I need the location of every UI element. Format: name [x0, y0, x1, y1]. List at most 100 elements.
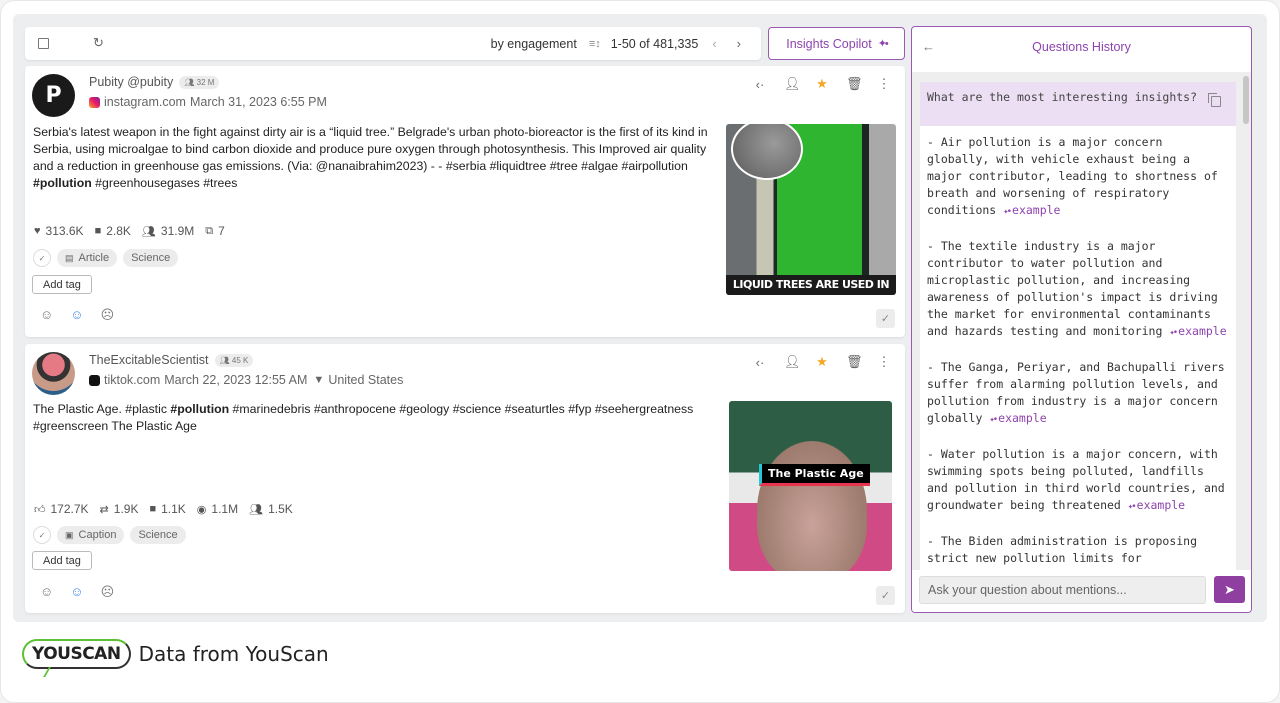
refresh-icon[interactable]: ↻: [93, 35, 104, 51]
youscan-logo: YOUSCAN: [22, 639, 131, 669]
question-bubble: What are the most interesting insights?: [920, 82, 1236, 126]
post-thumbnail[interactable]: The Plastic Age: [729, 401, 892, 571]
audience-icon: 👥︎: [141, 225, 156, 238]
back-arrow-icon[interactable]: ←: [922, 39, 935, 54]
question-input[interactable]: [919, 576, 1206, 604]
mention-card: P Pubity @pubity 👥︎ 32 M instagram.com M…: [25, 66, 905, 337]
share-icon[interactable]: ‹·: [753, 77, 767, 92]
metric-value: 1.9K: [113, 502, 139, 516]
mention-card: TheExcitableScientist 👥︎ 45 K tiktok.com…: [25, 344, 905, 613]
followers-badge: 👥︎ 45 K: [214, 353, 254, 367]
neutral-sentiment-icon[interactable]: ☺: [70, 307, 83, 323]
source-domain[interactable]: tiktok.com: [104, 373, 160, 387]
author-icon[interactable]: 👤︎: [784, 76, 801, 92]
author-line: TheExcitableScientist 👥︎ 45 K: [89, 353, 254, 367]
image-icon: ▣: [65, 529, 74, 540]
auto-tag-icon[interactable]: ✓: [33, 526, 51, 544]
example-link[interactable]: ✦• example: [1128, 498, 1185, 512]
tag-label: Article: [78, 252, 110, 264]
heart-icon: ♥: [34, 225, 41, 237]
sentiment-selector: ☺ ☺ ☹: [40, 584, 114, 600]
post-date: March 31, 2023 6:55 PM: [189, 95, 327, 109]
sentiment-selector: ☺ ☺ ☹: [40, 307, 114, 323]
post-text-part: Serbia's latest weapon in the fight agai…: [33, 125, 708, 173]
post-date: March 22, 2023 12:55 AM: [164, 373, 308, 387]
neutral-sentiment-icon[interactable]: ☺: [70, 584, 83, 600]
add-tag-button[interactable]: Add tag: [32, 275, 92, 294]
copy-icon[interactable]: [1208, 93, 1221, 107]
followers-badge: 👥︎ 32 M: [179, 75, 220, 89]
thumbs-up-icon: 👍︎: [34, 503, 46, 516]
select-all-checkbox[interactable]: [38, 38, 49, 49]
metric-comments: ■ 1.1K: [149, 502, 185, 516]
panel-title: Questions History: [1032, 40, 1131, 54]
send-button[interactable]: ➤: [1214, 576, 1245, 603]
metric-audience: 👥︎ 1.5K: [249, 502, 293, 516]
more-icon[interactable]: ⋮: [877, 76, 891, 92]
followers-count: 45 K: [231, 355, 249, 365]
scrollbar[interactable]: [1239, 72, 1251, 572]
insight-item: - Water pollution is a major concern, wi…: [927, 446, 1229, 516]
sort-label[interactable]: by engagement: [491, 37, 577, 51]
trash-icon[interactable]: 🗑︎: [846, 76, 863, 92]
author-name[interactable]: TheExcitableScientist: [89, 353, 209, 367]
chevron-right-icon[interactable]: ›: [731, 36, 747, 51]
negative-sentiment-icon[interactable]: ☹: [101, 584, 115, 600]
tag-science[interactable]: Science: [123, 249, 179, 267]
trash-icon[interactable]: 🗑︎: [846, 354, 863, 370]
star-icon[interactable]: ★: [815, 76, 829, 92]
positive-sentiment-icon[interactable]: ☺: [40, 307, 53, 323]
add-tag-button[interactable]: Add tag: [32, 551, 92, 570]
post-text-part: The Plastic Age. #plastic: [33, 402, 171, 416]
source-line: tiktok.com March 22, 2023 12:55 AM ▼ Uni…: [89, 373, 403, 387]
mark-processed-button[interactable]: ✓: [876, 309, 895, 328]
chevron-left-icon[interactable]: ‹: [706, 36, 722, 51]
positive-sentiment-icon[interactable]: ☺: [40, 584, 53, 600]
avatar[interactable]: P: [32, 74, 75, 117]
example-link[interactable]: ✦• example: [989, 411, 1046, 425]
insights-copilot-button[interactable]: Insights Copilot ✦•: [768, 27, 905, 60]
panel-header: ← Questions History: [912, 27, 1251, 67]
sparkle-icon: ✦•: [1127, 502, 1137, 512]
metric-views: ◉ 1.1M: [197, 502, 238, 516]
tag-caption[interactable]: ▣ Caption: [57, 526, 125, 544]
post-location: United States: [328, 373, 404, 387]
tag-science[interactable]: Science: [130, 526, 186, 544]
followers-count: 32 M: [196, 77, 215, 87]
avatar[interactable]: [32, 352, 75, 395]
negative-sentiment-icon[interactable]: ☹: [101, 307, 115, 323]
star-icon[interactable]: ★: [815, 354, 829, 370]
repost-icon: ⇄: [99, 503, 109, 516]
sort-order-icon[interactable]: ≡↕: [589, 38, 601, 50]
sparkle-icon: ✦•: [989, 415, 998, 425]
share-icon[interactable]: ‹·: [753, 355, 767, 370]
author-name[interactable]: Pubity @pubity: [89, 75, 173, 89]
mark-processed-button[interactable]: ✓: [876, 586, 895, 605]
insight-text: - The Ganga, Periyar, and Bachupalli riv…: [927, 360, 1225, 425]
article-icon: ▤: [65, 252, 74, 263]
example-link[interactable]: ✦• example: [1003, 203, 1060, 217]
question-composer: ➤: [912, 570, 1251, 612]
example-link[interactable]: ✦• example: [1169, 324, 1226, 338]
post-thumbnail[interactable]: LIQUID TREES ARE USED IN SERBIA: [726, 124, 896, 295]
mentions-toolbar: ↻ by engagement ≡↕ 1-50 of 481,335 ‹ ›: [25, 27, 761, 60]
auto-tag-icon[interactable]: ✓: [33, 249, 51, 267]
metric-audience: 👥︎ 31.9M: [142, 224, 194, 238]
logo-text: YOUSCAN: [32, 644, 121, 664]
conversation-area: What are the most interesting insights? …: [912, 72, 1251, 572]
author-icon[interactable]: 👤︎: [784, 354, 801, 370]
tag-article[interactable]: ▤ Article: [57, 249, 118, 267]
source-domain[interactable]: instagram.com: [104, 95, 186, 109]
post-text-part: #greenhousegases #trees: [91, 176, 238, 190]
tag-list: ✓ ▤ Article Science: [33, 249, 179, 267]
scrollbar-thumb[interactable]: [1243, 76, 1249, 124]
more-icon[interactable]: ⋮: [877, 354, 891, 370]
tiktok-icon: [89, 374, 100, 386]
metric-value: 1.1M: [211, 502, 239, 516]
metric-duplicates[interactable]: ⧉ 7: [205, 224, 225, 238]
send-icon: ➤: [1224, 581, 1235, 597]
example-link-label: example: [1012, 203, 1061, 217]
post-actions: ‹· 👤︎ ★ 🗑︎ ⋮: [753, 354, 891, 370]
metric-value: 313.6K: [45, 224, 84, 238]
post-text: The Plastic Age. #plastic #pollution #ma…: [33, 401, 723, 435]
